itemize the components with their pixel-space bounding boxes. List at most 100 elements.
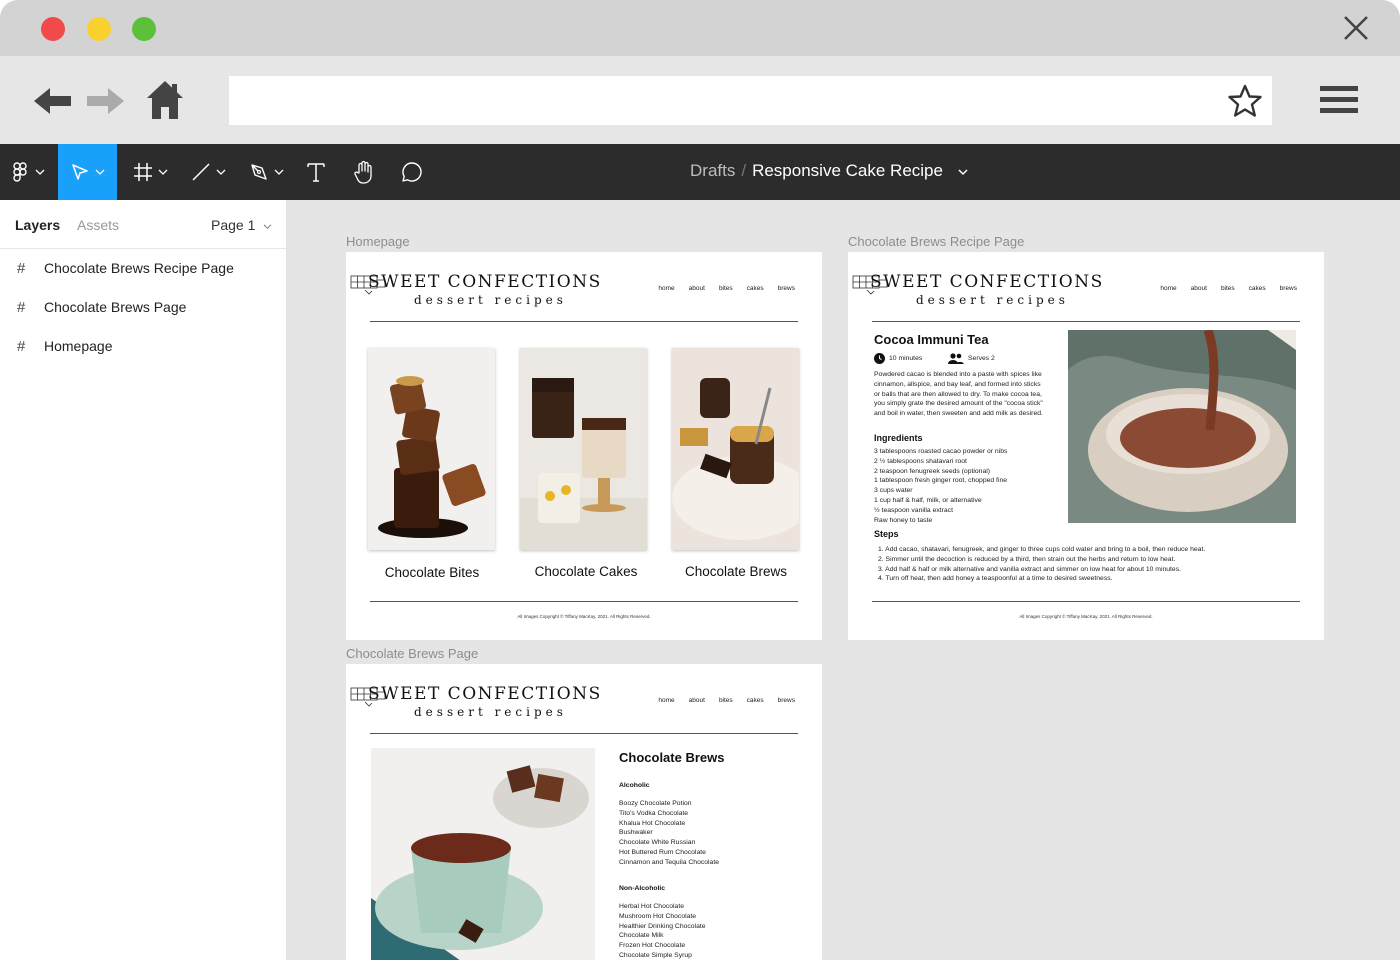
chevron-down-icon: [95, 169, 104, 175]
tab-layers[interactable]: Layers: [15, 217, 60, 233]
pen-tool-button[interactable]: [242, 144, 290, 200]
hamburger-menu-icon[interactable]: [1320, 84, 1358, 114]
card-image-brews: [672, 348, 799, 550]
frame-icon: #: [17, 298, 26, 316]
nav-bites[interactable]: bites: [719, 285, 733, 292]
site-nav: home about bites cakes brews: [658, 697, 795, 704]
nav-bites[interactable]: bites: [1221, 285, 1235, 292]
file-name[interactable]: Responsive Cake Recipe: [752, 161, 943, 180]
nav-home[interactable]: home: [1160, 285, 1176, 292]
nav-cakes[interactable]: cakes: [1249, 285, 1266, 292]
chocolate-brews-photo: [672, 348, 799, 550]
clock-icon: [874, 353, 885, 364]
steps-heading: Steps: [874, 529, 899, 539]
ingredient-item: 1 cup half & half, milk, or alternative: [874, 496, 982, 504]
brew-item[interactable]: Hot Buttered Rum Chocolate: [619, 848, 719, 858]
nav-about[interactable]: about: [689, 285, 705, 292]
brew-item[interactable]: Khalua Hot Chocolate: [619, 819, 719, 829]
card-image-bites: [368, 348, 495, 550]
frame-brews-page[interactable]: SWEET CONFECTIONS dessert recipes home a…: [346, 664, 822, 960]
brew-item[interactable]: Healthier Drinking Chocolate: [619, 922, 706, 932]
brew-item[interactable]: Herbal Hot Chocolate: [619, 902, 706, 912]
nav-cakes[interactable]: cakes: [747, 697, 764, 704]
nav-brews[interactable]: brews: [1280, 285, 1297, 292]
nav-brews[interactable]: brews: [778, 697, 795, 704]
steps-list: 1. Add cacao, shatavari, fenugreek, and …: [874, 545, 1205, 584]
layer-item[interactable]: # Chocolate Brews Page: [0, 288, 286, 326]
layers-panel: Layers Assets Page 1 # Chocolate Brews R…: [0, 200, 287, 960]
browser-window: Drafts / Responsive Cake Recipe Layers Ass…: [0, 0, 1400, 960]
brew-item[interactable]: Tito's Vodka Chocolate: [619, 809, 719, 819]
text-tool-button[interactable]: [300, 144, 332, 200]
alcoholic-list: Boozy Chocolate Potion Tito's Vodka Choc…: [619, 799, 719, 868]
shape-tool-button[interactable]: [184, 144, 232, 200]
brews-image: [371, 748, 595, 960]
nav-bites[interactable]: bites: [719, 697, 733, 704]
site-brand: SWEET CONFECTIONS dessert recipes: [368, 684, 602, 719]
brew-item[interactable]: Cinnamon and Tequila Chocolate: [619, 858, 719, 868]
recipe-time: 10 minutes: [874, 353, 922, 364]
maximize-window-button[interactable]: [132, 17, 156, 41]
close-icon[interactable]: [1342, 14, 1370, 42]
forward-arrow-icon[interactable]: [86, 86, 124, 116]
url-bar[interactable]: [229, 76, 1272, 125]
card-title-bites[interactable]: Chocolate Bites: [352, 565, 512, 580]
home-icon[interactable]: [146, 80, 184, 120]
nav-cakes[interactable]: cakes: [747, 285, 764, 292]
chevron-down-icon: [263, 224, 272, 230]
layer-item[interactable]: # Chocolate Brews Recipe Page: [0, 249, 286, 287]
frame-label-homepage[interactable]: Homepage: [346, 234, 410, 249]
move-tool-button[interactable]: [58, 144, 117, 200]
nav-home[interactable]: home: [658, 697, 674, 704]
design-canvas[interactable]: Homepage SWEET CONFECTIONS dessert recip…: [288, 200, 1400, 960]
layer-item[interactable]: # Homepage: [0, 327, 286, 365]
chevron-down-icon[interactable]: [958, 168, 968, 176]
frame-label-recipe[interactable]: Chocolate Brews Recipe Page: [848, 234, 1024, 249]
breadcrumb: Drafts / Responsive Cake Recipe: [690, 161, 968, 181]
ingredient-item: ½ teaspoon vanilla extract: [874, 506, 953, 514]
browser-navbar: [0, 56, 1400, 144]
frame-icon: #: [17, 259, 26, 277]
brand-name: SWEET CONFECTIONS: [870, 272, 1104, 292]
card-title-cakes[interactable]: Chocolate Cakes: [506, 564, 666, 579]
recipe-description: Powdered cacao is blended into a paste w…: [874, 371, 1043, 418]
minimize-window-button[interactable]: [87, 17, 111, 41]
step-item: 3. Add half & half or milk alternative a…: [878, 565, 1181, 573]
frame-label-brews[interactable]: Chocolate Brews Page: [346, 646, 478, 661]
frame-tool-button[interactable]: [126, 144, 174, 200]
brew-item[interactable]: Chocolate White Russian: [619, 838, 719, 848]
breadcrumb-drafts[interactable]: Drafts: [690, 161, 735, 180]
non-alcoholic-heading: Non-Alcoholic: [619, 885, 666, 892]
ingredients-heading: Ingredients: [874, 433, 923, 443]
nav-about[interactable]: about: [689, 697, 705, 704]
bookmark-star-icon[interactable]: [1228, 84, 1262, 118]
brew-item[interactable]: Frozen Hot Chocolate: [619, 941, 706, 951]
close-window-button[interactable]: [41, 17, 65, 41]
panel-tabs: Layers Assets Page 1: [0, 200, 286, 249]
tab-assets[interactable]: Assets: [77, 217, 119, 233]
hand-tool-button[interactable]: [348, 144, 380, 200]
non-alcoholic-list: Herbal Hot Chocolate Mushroom Hot Chocol…: [619, 902, 706, 960]
brew-item[interactable]: Chocolate Milk: [619, 931, 706, 941]
card-title-brews[interactable]: Chocolate Brews: [656, 564, 816, 579]
alcoholic-heading: Alcoholic: [619, 782, 650, 789]
site-brand: SWEET CONFECTIONS dessert recipes: [870, 272, 1104, 307]
page-selector[interactable]: Page 1: [211, 217, 272, 233]
ingredient-item: 2 teaspoon fenugreek seeds (optional): [874, 467, 991, 475]
brew-item[interactable]: Chocolate Simple Syrup: [619, 951, 706, 960]
line-icon: [191, 163, 210, 181]
hand-icon: [354, 160, 372, 184]
brew-item[interactable]: Boozy Chocolate Potion: [619, 799, 719, 809]
nav-brews[interactable]: brews: [778, 285, 795, 292]
frame-homepage[interactable]: SWEET CONFECTIONS dessert recipes home a…: [346, 252, 822, 640]
frame-recipe-page[interactable]: SWEET CONFECTIONS dessert recipes home a…: [848, 252, 1324, 640]
comment-tool-button[interactable]: [396, 144, 428, 200]
nav-home[interactable]: home: [658, 285, 674, 292]
brand-tagline: dessert recipes: [414, 293, 567, 307]
chevron-down-icon: [158, 169, 167, 175]
main-menu-button[interactable]: [6, 144, 52, 200]
brew-item[interactable]: Bushwaker: [619, 828, 719, 838]
brew-item[interactable]: Mushroom Hot Chocolate: [619, 912, 706, 922]
nav-about[interactable]: about: [1191, 285, 1207, 292]
back-arrow-icon[interactable]: [34, 86, 72, 116]
